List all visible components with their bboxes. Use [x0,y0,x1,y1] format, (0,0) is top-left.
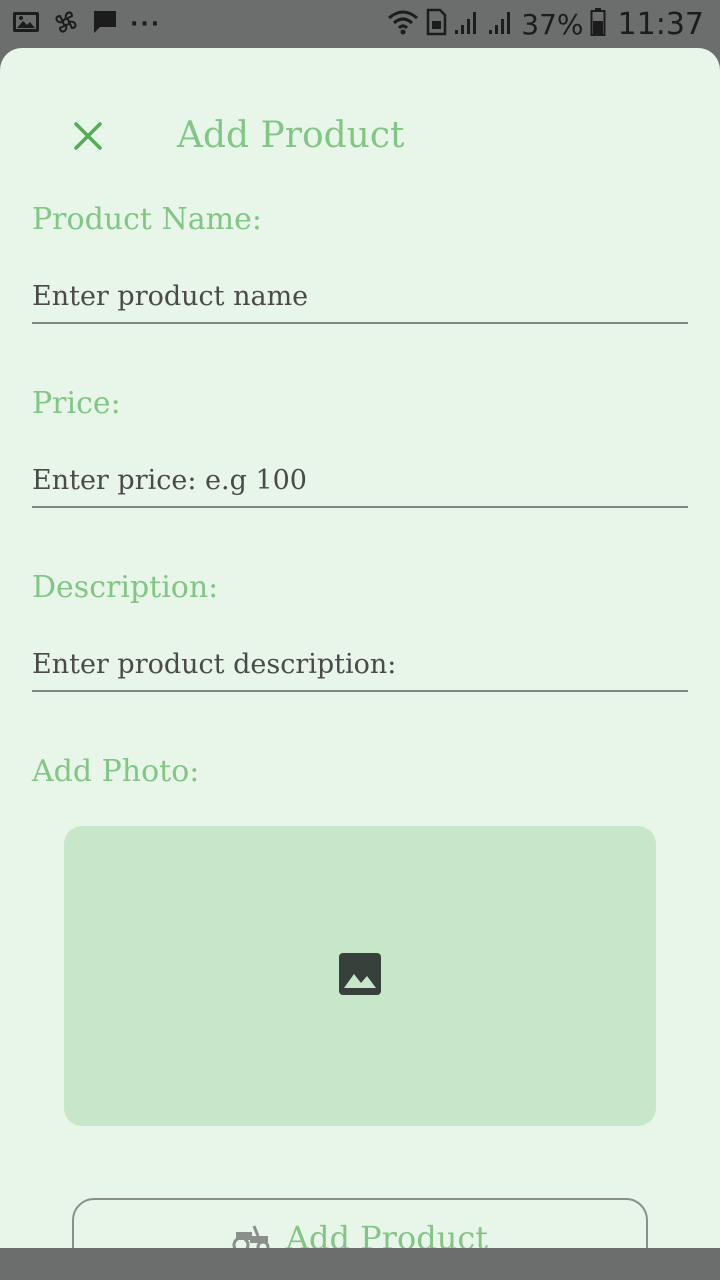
status-bar: ··· 37% 11:37 [0,0,720,48]
tractor-icon [232,1222,272,1248]
close-button[interactable] [66,116,110,160]
battery-percent: 37% [521,7,584,41]
status-bar-system: 37% 11:37 [387,6,704,42]
wifi-icon [387,8,419,40]
overflow-dots: ··· [130,11,162,37]
sheet-title: Add Product [177,115,405,156]
signal-icon [487,8,515,40]
product-name-label: Product Name: [32,202,262,237]
clock: 11:37 [617,6,704,42]
description-input[interactable] [32,638,688,692]
price-label: Price: [32,386,121,421]
gallery-icon [12,10,40,38]
add-product-sheet: Add Product Product Name: Price: Descrip… [0,48,720,1248]
add-product-button-label: Add Product [285,1219,489,1248]
status-bar-notifications: ··· [12,8,161,40]
battery-icon [590,7,606,41]
message-icon [92,9,118,39]
product-name-input[interactable] [32,270,688,324]
description-label: Description: [32,570,219,605]
close-icon [73,121,103,155]
photo-picker[interactable] [64,826,656,1126]
sim-icon [425,8,447,40]
price-input[interactable] [32,454,688,508]
fan-icon [52,8,80,40]
add-photo-label: Add Photo: [32,754,200,789]
add-product-button[interactable]: Add Product [72,1198,648,1248]
image-icon [338,952,382,1000]
signal-icon [453,8,481,40]
